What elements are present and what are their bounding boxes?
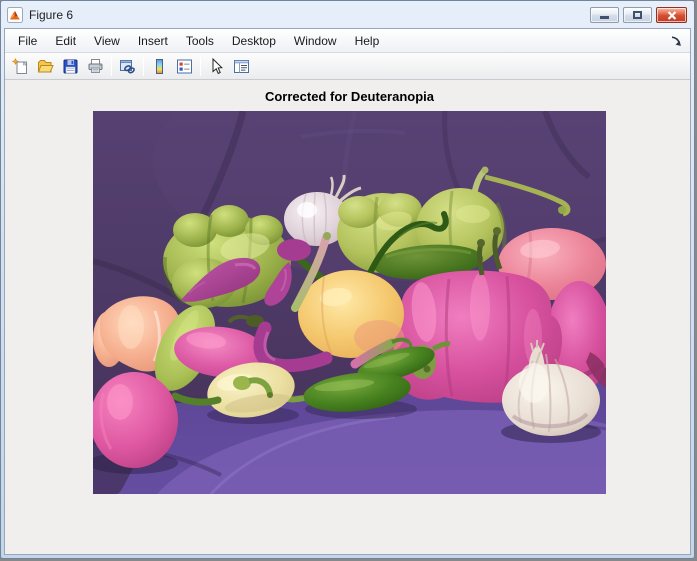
window-title: Figure 6 <box>29 8 73 22</box>
edit-plot-icon <box>208 58 225 75</box>
toolbar-separator <box>200 57 201 76</box>
new-figure-button[interactable] <box>8 55 33 78</box>
print-figure-icon <box>87 58 104 75</box>
toolbar-separator <box>111 57 112 76</box>
insert-colorbar-icon <box>151 58 168 75</box>
property-inspector-button[interactable] <box>229 55 254 78</box>
window-content: File Edit View Insert Tools Desktop Wind… <box>4 28 691 555</box>
title-bar[interactable]: Figure 6 <box>1 1 694 28</box>
magenta-pepper-tip <box>277 239 311 261</box>
insert-legend-button[interactable] <box>172 55 197 78</box>
dock-arrow-icon[interactable] <box>670 35 682 47</box>
close-icon <box>667 11 677 20</box>
open-file-button[interactable] <box>33 55 58 78</box>
menu-file[interactable]: File <box>9 31 46 51</box>
menu-window[interactable]: Window <box>285 31 346 51</box>
restore-icon <box>633 11 642 19</box>
menu-desktop[interactable]: Desktop <box>223 31 285 51</box>
toolbar-separator <box>143 57 144 76</box>
matlab-icon <box>7 7 23 23</box>
save-figure-button[interactable] <box>58 55 83 78</box>
new-figure-icon <box>12 58 29 75</box>
insert-legend-icon <box>176 58 193 75</box>
restore-button[interactable] <box>623 7 652 23</box>
menu-tools[interactable]: Tools <box>177 31 223 51</box>
figure-toolbar <box>5 53 690 80</box>
menu-insert[interactable]: Insert <box>129 31 177 51</box>
close-button[interactable] <box>656 7 687 23</box>
peppers-image <box>93 111 606 494</box>
link-plot-button[interactable] <box>115 55 140 78</box>
minimize-icon <box>600 16 609 19</box>
menu-edit[interactable]: Edit <box>46 31 85 51</box>
edit-plot-button[interactable] <box>204 55 229 78</box>
open-file-icon <box>37 58 54 75</box>
property-inspector-icon <box>233 58 250 75</box>
menu-view[interactable]: View <box>85 31 129 51</box>
figure-canvas: Corrected for Deuteranopia <box>5 80 690 554</box>
menu-bar: File Edit View Insert Tools Desktop Wind… <box>5 29 690 53</box>
save-figure-icon <box>62 58 79 75</box>
window-controls <box>590 7 687 23</box>
insert-colorbar-button[interactable] <box>147 55 172 78</box>
figure-window: Figure 6 File Edit View Insert Tools Des… <box>0 0 695 559</box>
print-figure-button[interactable] <box>83 55 108 78</box>
menu-help[interactable]: Help <box>346 31 389 51</box>
link-plot-icon <box>119 58 136 75</box>
pink-round-pepper-bottom-left <box>93 372 178 468</box>
axes-title: Corrected for Deuteranopia <box>93 89 606 104</box>
minimize-button[interactable] <box>590 7 619 23</box>
